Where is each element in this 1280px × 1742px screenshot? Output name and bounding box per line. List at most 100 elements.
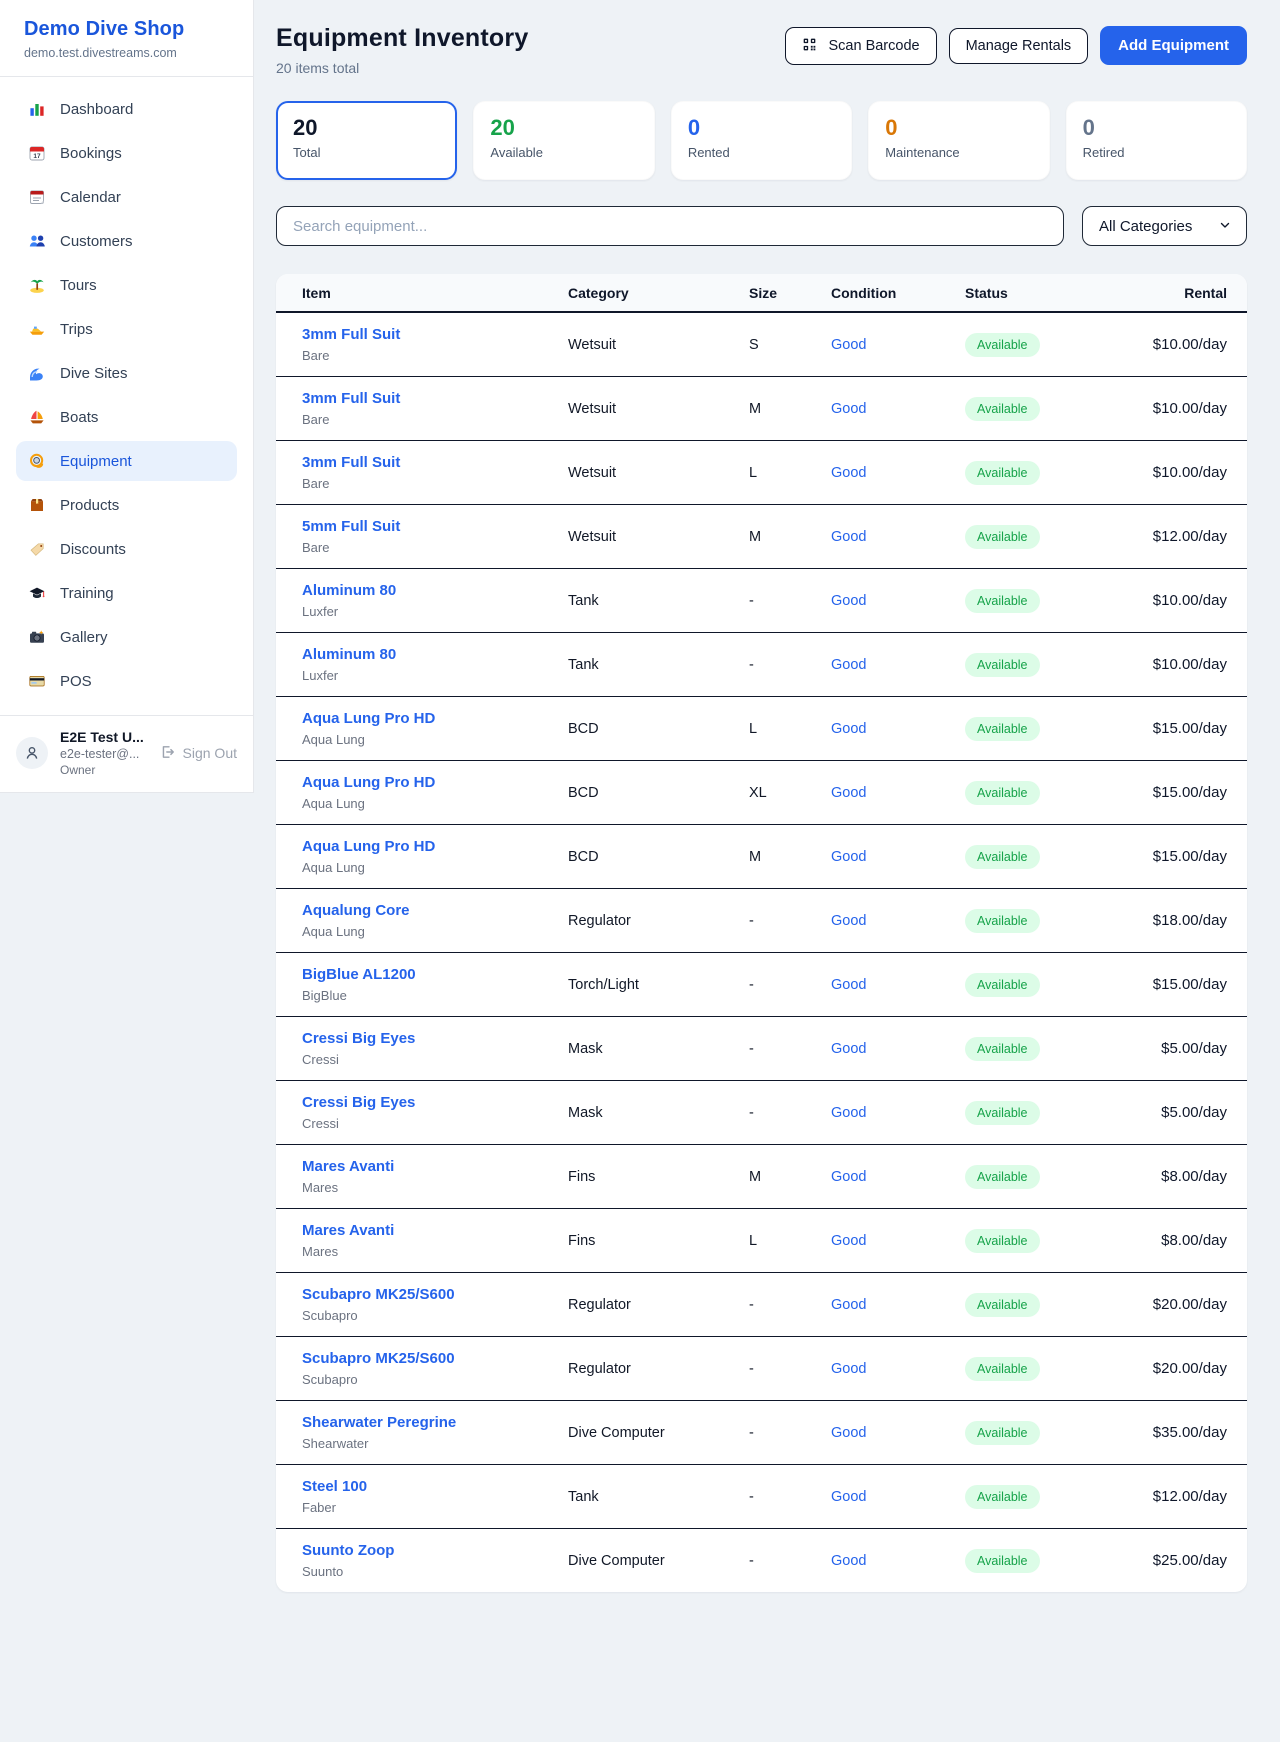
search-input[interactable] xyxy=(276,206,1064,246)
sidebar-item-calendar[interactable]: Calendar xyxy=(16,177,237,217)
item-name-link[interactable]: BigBlue AL1200 xyxy=(302,966,416,983)
item-name-link[interactable]: 3mm Full Suit xyxy=(302,454,400,471)
condition-link[interactable]: Good xyxy=(831,1041,866,1057)
item-name-link[interactable]: Suunto Zoop xyxy=(302,1542,394,1559)
status-cell: Available xyxy=(953,1081,1103,1145)
stat-value: 20 xyxy=(293,115,440,141)
scan-barcode-button[interactable]: Scan Barcode xyxy=(785,27,936,65)
condition-link[interactable]: Good xyxy=(831,1233,866,1249)
stat-label: Total xyxy=(293,145,440,160)
size-cell: XL xyxy=(737,761,819,825)
condition-link[interactable]: Good xyxy=(831,977,866,993)
condition-link[interactable]: Good xyxy=(831,1105,866,1121)
stat-value: 20 xyxy=(490,115,637,141)
status-cell: Available xyxy=(953,377,1103,441)
item-name-link[interactable]: 3mm Full Suit xyxy=(302,390,400,407)
status-badge: Available xyxy=(965,1229,1040,1253)
stat-card-available[interactable]: 20Available xyxy=(473,101,654,180)
page-title: Equipment Inventory xyxy=(276,24,528,53)
item-name-link[interactable]: Cressi Big Eyes xyxy=(302,1030,415,1047)
sidebar-item-boats[interactable]: Boats xyxy=(16,397,237,437)
sidebar-item-training[interactable]: Training xyxy=(16,573,237,613)
condition-link[interactable]: Good xyxy=(831,1169,866,1185)
condition-link[interactable]: Good xyxy=(831,1361,866,1377)
category-cell: Tank xyxy=(556,1465,737,1529)
item-name-link[interactable]: Aluminum 80 xyxy=(302,646,396,663)
item-name-link[interactable]: 5mm Full Suit xyxy=(302,518,400,535)
sign-out-button[interactable]: Sign Out xyxy=(159,744,237,762)
condition-link[interactable]: Good xyxy=(831,465,866,481)
manage-rentals-button[interactable]: Manage Rentals xyxy=(949,28,1089,64)
sidebar-item-discounts[interactable]: Discounts xyxy=(16,529,237,569)
user-name: E2E Test U... xyxy=(60,729,147,745)
item-name-link[interactable]: Steel 100 xyxy=(302,1478,367,1495)
category-cell: Regulator xyxy=(556,1337,737,1401)
size-cell: L xyxy=(737,1209,819,1273)
item-name-link[interactable]: Shearwater Peregrine xyxy=(302,1414,456,1431)
table-row: 3mm Full SuitBareWetsuitSGoodAvailable$1… xyxy=(276,312,1247,377)
stat-value: 0 xyxy=(1083,115,1230,141)
item-cell: Suunto ZoopSuunto xyxy=(276,1529,556,1593)
sidebar-item-equipment[interactable]: Equipment xyxy=(16,441,237,481)
sidebar-item-tours[interactable]: Tours xyxy=(16,265,237,305)
item-name-link[interactable]: Scubapro MK25/S600 xyxy=(302,1350,455,1367)
size-cell: - xyxy=(737,1465,819,1529)
condition-cell: Good xyxy=(819,312,953,377)
item-name-link[interactable]: Aqua Lung Pro HD xyxy=(302,710,435,727)
item-cell: Scubapro MK25/S600Scubapro xyxy=(276,1273,556,1337)
item-name-link[interactable]: Cressi Big Eyes xyxy=(302,1094,415,1111)
category-select[interactable]: All Categories xyxy=(1082,206,1247,246)
item-cell: Aluminum 80Luxfer xyxy=(276,633,556,697)
stat-card-retired[interactable]: 0Retired xyxy=(1066,101,1247,180)
rental-cell: $35.00/day xyxy=(1103,1401,1247,1465)
condition-link[interactable]: Good xyxy=(831,849,866,865)
condition-link[interactable]: Good xyxy=(831,721,866,737)
sidebar-item-bookings[interactable]: 17Bookings xyxy=(16,133,237,173)
condition-link[interactable]: Good xyxy=(831,1553,866,1569)
add-equipment-button[interactable]: Add Equipment xyxy=(1100,26,1247,65)
stat-card-maintenance[interactable]: 0Maintenance xyxy=(868,101,1049,180)
condition-link[interactable]: Good xyxy=(831,337,866,353)
sidebar-item-dive-sites[interactable]: Dive Sites xyxy=(16,353,237,393)
sidebar-item-pos[interactable]: POS xyxy=(16,661,237,701)
item-brand: Aqua Lung xyxy=(302,860,544,875)
status-badge: Available xyxy=(965,1357,1040,1381)
condition-link[interactable]: Good xyxy=(831,1297,866,1313)
stat-card-total[interactable]: 20 Total xyxy=(276,101,457,180)
condition-cell: Good xyxy=(819,889,953,953)
stat-card-rented[interactable]: 0Rented xyxy=(671,101,852,180)
item-name-link[interactable]: Aqua Lung Pro HD xyxy=(302,838,435,855)
sidebar-item-customers[interactable]: Customers xyxy=(16,221,237,261)
status-badge: Available xyxy=(965,589,1040,613)
condition-link[interactable]: Good xyxy=(831,401,866,417)
category-cell: Tank xyxy=(556,633,737,697)
condition-link[interactable]: Good xyxy=(831,785,866,801)
scan-barcode-label: Scan Barcode xyxy=(828,38,919,54)
bookings-icon: 17 xyxy=(28,144,46,162)
sidebar-item-products[interactable]: Products xyxy=(16,485,237,525)
size-cell: M xyxy=(737,1145,819,1209)
item-name-link[interactable]: 3mm Full Suit xyxy=(302,326,400,343)
item-name-link[interactable]: Aqualung Core xyxy=(302,902,410,919)
item-name-link[interactable]: Mares Avanti xyxy=(302,1158,394,1175)
item-name-link[interactable]: Mares Avanti xyxy=(302,1222,394,1239)
item-name-link[interactable]: Aqua Lung Pro HD xyxy=(302,774,435,791)
condition-link[interactable]: Good xyxy=(831,913,866,929)
condition-link[interactable]: Good xyxy=(831,657,866,673)
condition-link[interactable]: Good xyxy=(831,593,866,609)
condition-link[interactable]: Good xyxy=(831,529,866,545)
item-name-link[interactable]: Scubapro MK25/S600 xyxy=(302,1286,455,1303)
sidebar-item-label: Tours xyxy=(60,277,97,294)
sidebar-item-dashboard[interactable]: Dashboard xyxy=(16,89,237,129)
condition-link[interactable]: Good xyxy=(831,1425,866,1441)
rental-cell: $10.00/day xyxy=(1103,569,1247,633)
condition-link[interactable]: Good xyxy=(831,1489,866,1505)
item-name-link[interactable]: Aluminum 80 xyxy=(302,582,396,599)
user-role: Owner xyxy=(60,763,147,777)
condition-cell: Good xyxy=(819,1465,953,1529)
sidebar-item-trips[interactable]: Trips xyxy=(16,309,237,349)
trips-icon xyxy=(28,320,46,338)
condition-cell: Good xyxy=(819,1209,953,1273)
sidebar-item-gallery[interactable]: Gallery xyxy=(16,617,237,657)
status-cell: Available xyxy=(953,761,1103,825)
